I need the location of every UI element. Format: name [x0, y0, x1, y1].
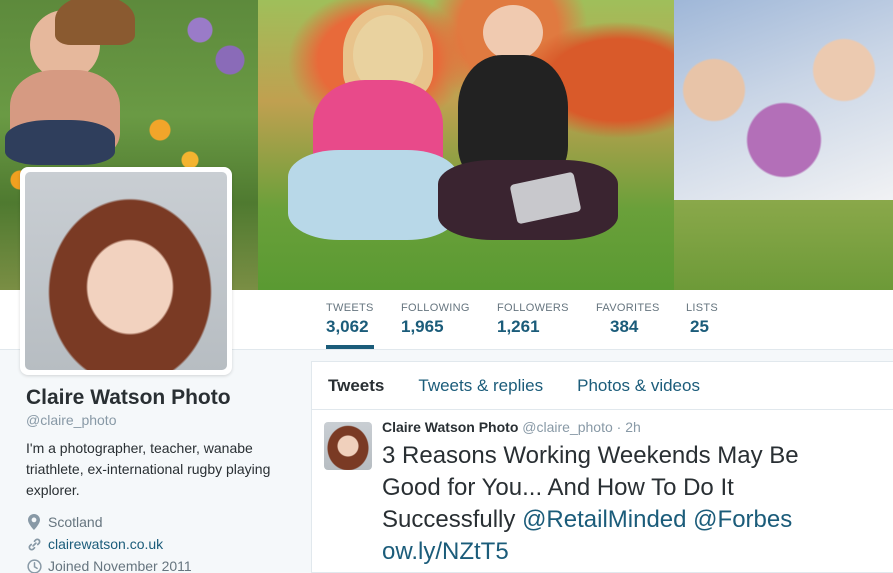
- joined-text: Joined November 2011: [48, 558, 192, 573]
- tweet-url-link[interactable]: ow.ly/NZtT5: [382, 538, 509, 565]
- mention-link[interactable]: @Forbes: [693, 506, 792, 533]
- stat-label: FOLLOWING: [401, 302, 470, 314]
- profile-meta: Scotland clairewatson.co.uk Joined Novem…: [26, 511, 296, 573]
- clock-icon: [26, 558, 42, 573]
- timeline-card: Tweets Tweets & replies Photos & videos …: [311, 361, 893, 573]
- stat-followers[interactable]: FOLLOWERS 1,261: [497, 302, 569, 337]
- stat-label: TWEETS: [326, 302, 374, 314]
- link-icon: [26, 536, 42, 552]
- stat-label: FAVORITES: [596, 302, 660, 314]
- website-link[interactable]: clairewatson.co.uk: [48, 536, 163, 552]
- tweet-header: Claire Watson Photo @claire_photo · 2h: [382, 419, 641, 435]
- banner-photo-center: [258, 0, 674, 290]
- tab-photos-videos[interactable]: Photos & videos: [559, 376, 716, 396]
- stat-value: 25: [690, 317, 709, 336]
- stat-value: 3,062: [326, 317, 369, 336]
- mention-link[interactable]: @RetailMinded: [522, 506, 686, 533]
- location-text: Scotland: [48, 514, 103, 530]
- profile-avatar[interactable]: [20, 167, 232, 375]
- stat-value: 384: [610, 317, 639, 336]
- stat-value: 1,261: [497, 317, 540, 336]
- banner-grass: [674, 200, 893, 290]
- profile-bio: I'm a photographer, teacher, wanabe tria…: [26, 440, 271, 498]
- stat-label: LISTS: [686, 302, 719, 314]
- stat-lists[interactable]: LISTS 25: [686, 302, 718, 337]
- stat-value: 1,965: [401, 317, 444, 336]
- profile-handle[interactable]: @claire_photo: [26, 412, 296, 428]
- stat-favorites[interactable]: FAVORITES 384: [596, 302, 660, 337]
- stat-label: FOLLOWERS: [497, 302, 569, 314]
- tweet-author-name[interactable]: Claire Watson Photo: [382, 419, 518, 435]
- profile-website[interactable]: clairewatson.co.uk: [26, 533, 296, 555]
- profile-joined: Joined November 2011: [26, 555, 296, 573]
- tweet-avatar[interactable]: [324, 422, 372, 470]
- tweet-timestamp[interactable]: · 2h: [617, 419, 641, 435]
- tweet-item[interactable]: Claire Watson Photo @claire_photo · 2h 3…: [312, 410, 893, 570]
- stat-tweets[interactable]: TWEETS 3,062: [326, 302, 374, 349]
- tab-tweets[interactable]: Tweets: [312, 376, 400, 396]
- stat-following[interactable]: FOLLOWING 1,965: [401, 302, 470, 337]
- location-pin-icon: [26, 514, 42, 530]
- banner-photo-right: [674, 0, 893, 200]
- profile-location: Scotland: [26, 511, 296, 533]
- tweet-text: 3 Reasons Working Weekends May Be Good f…: [382, 440, 862, 568]
- tab-tweets-replies[interactable]: Tweets & replies: [400, 376, 559, 396]
- profile-card: Claire Watson Photo @claire_photo I'm a …: [26, 386, 296, 573]
- tweet-author-handle[interactable]: @claire_photo: [522, 419, 613, 435]
- avatar-image: [25, 172, 227, 370]
- timeline-tabs: Tweets Tweets & replies Photos & videos: [312, 362, 893, 410]
- profile-name[interactable]: Claire Watson Photo: [26, 386, 296, 410]
